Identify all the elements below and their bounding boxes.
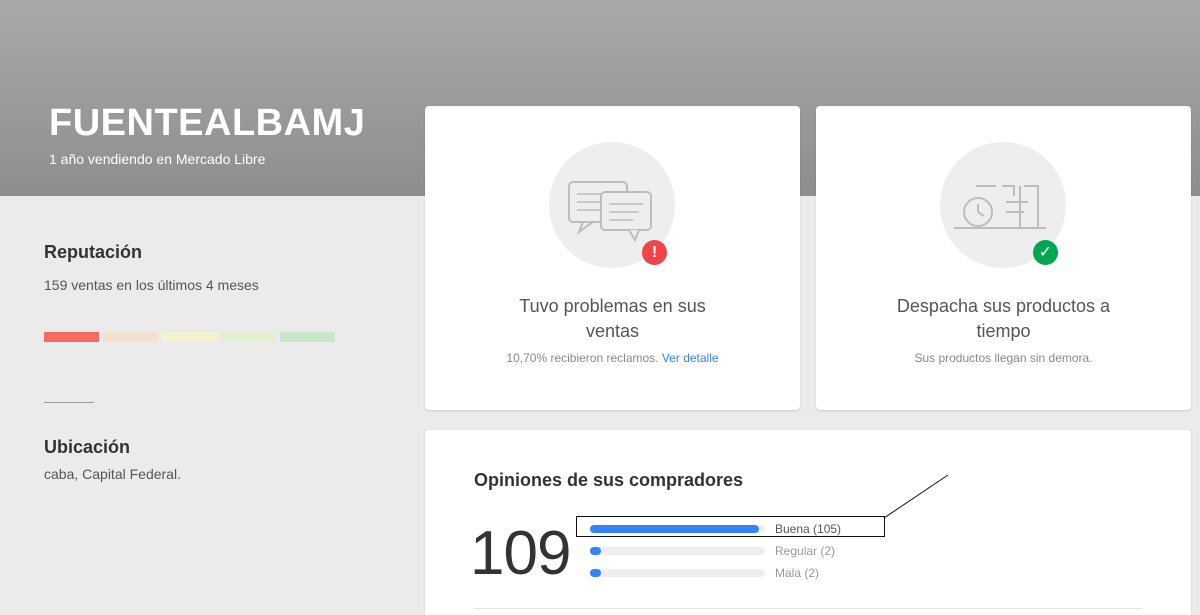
annotation-pointer-line [883, 474, 949, 519]
